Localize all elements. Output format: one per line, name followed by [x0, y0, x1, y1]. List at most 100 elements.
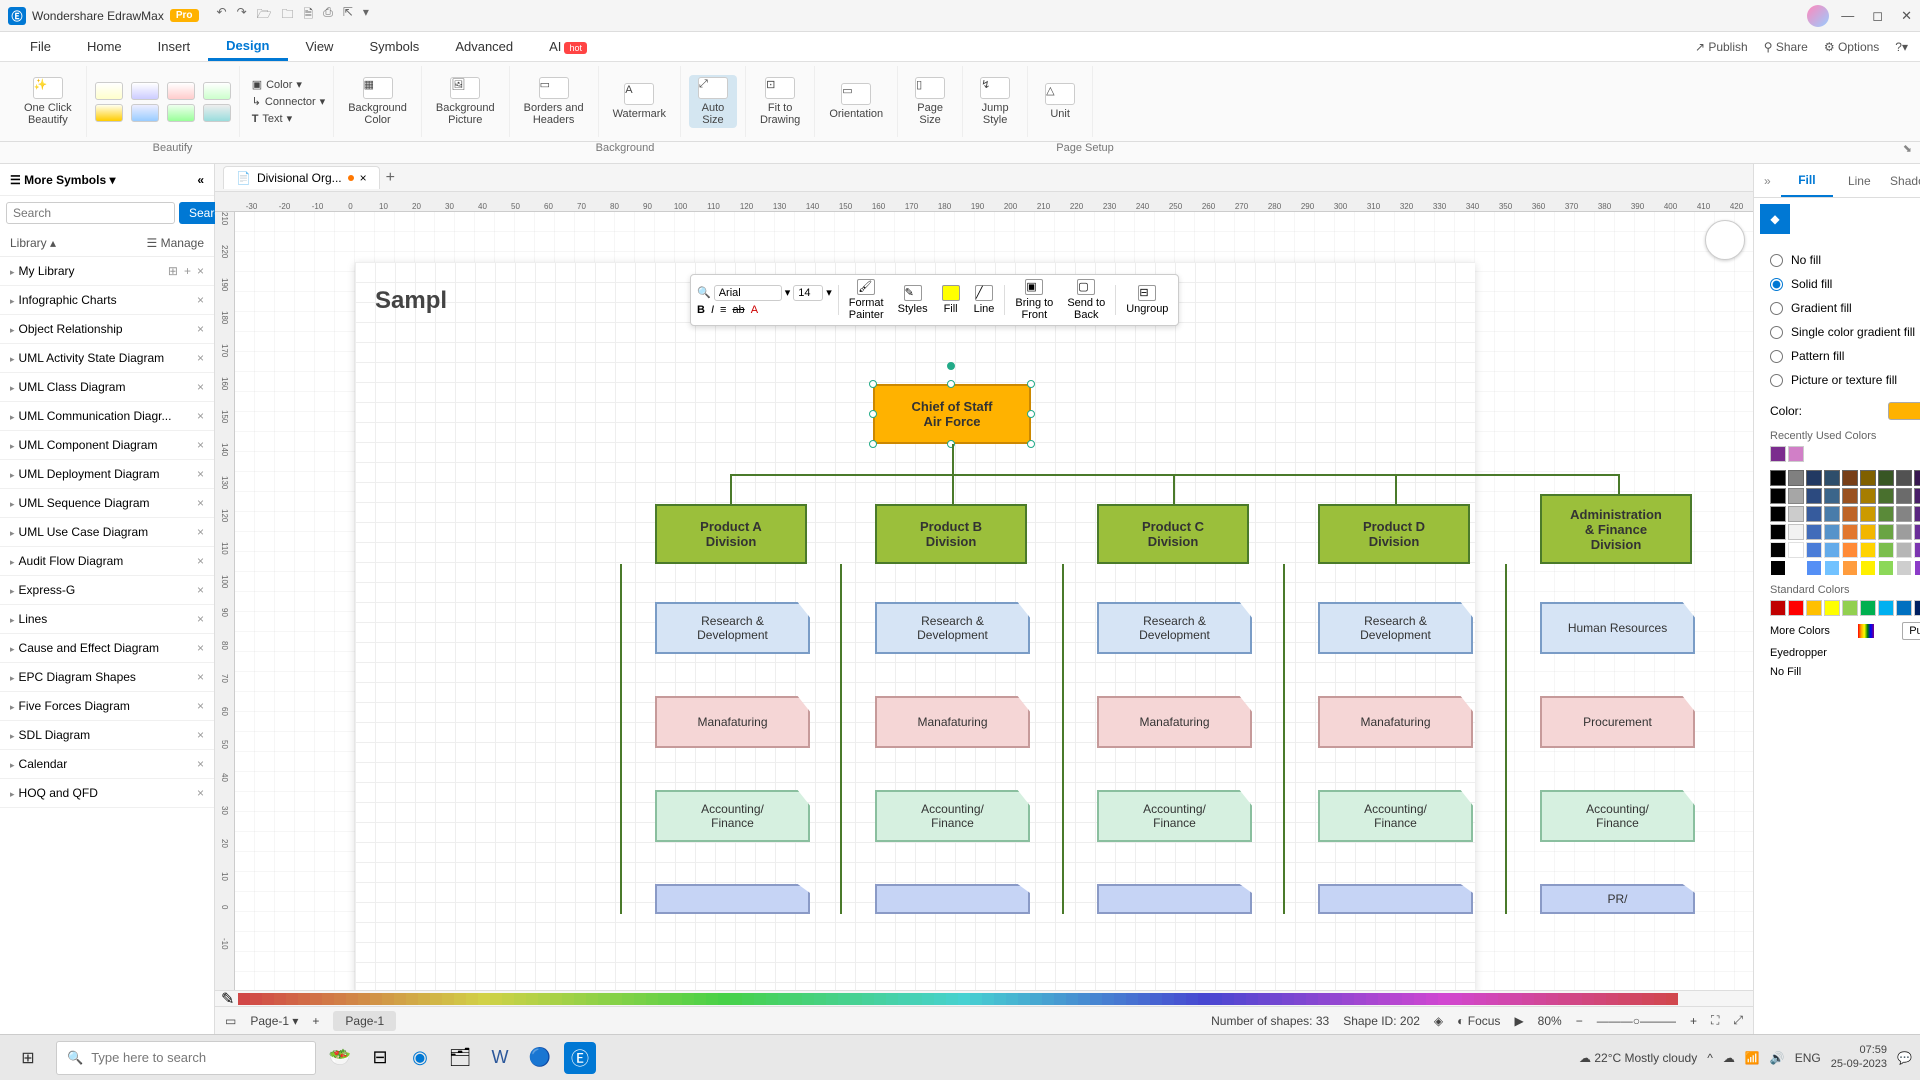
- strip-color[interactable]: [1330, 993, 1342, 1005]
- theme-color[interactable]: [1824, 524, 1840, 540]
- strip-color[interactable]: [694, 993, 706, 1005]
- size-dropdown-icon[interactable]: ▾: [826, 286, 832, 299]
- menu-design[interactable]: Design: [208, 33, 287, 61]
- rainbow-icon[interactable]: [1858, 624, 1874, 638]
- theme-color[interactable]: [1770, 470, 1786, 486]
- strip-color[interactable]: [478, 993, 490, 1005]
- ungroup-button[interactable]: ⊟Ungroup: [1122, 285, 1172, 315]
- theme-swatch-1[interactable]: [95, 82, 123, 100]
- strip-color[interactable]: [1150, 993, 1162, 1005]
- theme-color[interactable]: [1896, 542, 1912, 558]
- category-7[interactable]: ▸UML Sequence Diagram×: [0, 489, 214, 518]
- strip-color[interactable]: [874, 993, 886, 1005]
- explorer-icon[interactable]: 🗂: [444, 1042, 476, 1074]
- theme-swatch-8[interactable]: [203, 104, 231, 122]
- shape-pr-1[interactable]: [655, 884, 810, 914]
- food-icon[interactable]: 🥗: [324, 1042, 356, 1074]
- task-view-icon[interactable]: ⊟: [364, 1042, 396, 1074]
- theme-color[interactable]: [1842, 506, 1858, 522]
- shape-pr-4[interactable]: [1318, 884, 1473, 914]
- strip-color[interactable]: [1198, 993, 1210, 1005]
- strip-color[interactable]: [1450, 993, 1462, 1005]
- category-15[interactable]: ▸SDL Diagram×: [0, 721, 214, 750]
- strip-color[interactable]: [766, 993, 778, 1005]
- strip-color[interactable]: [1234, 993, 1246, 1005]
- strip-color[interactable]: [622, 993, 634, 1005]
- strip-color[interactable]: [298, 993, 310, 1005]
- bold-button[interactable]: B: [697, 304, 705, 316]
- strip-color[interactable]: [1366, 993, 1378, 1005]
- theme-color[interactable]: [1878, 542, 1894, 558]
- strip-color[interactable]: [574, 993, 586, 1005]
- jump-style-button[interactable]: ↯Jump Style: [971, 75, 1019, 128]
- help-icon[interactable]: ?▾: [1895, 40, 1908, 54]
- canvas[interactable]: Sampl 🔍 ▾ ▾ B I: [235, 212, 1753, 990]
- shape-div-admin[interactable]: Administration & Finance Division: [1540, 494, 1692, 564]
- strip-color[interactable]: [790, 993, 802, 1005]
- font-size-input[interactable]: [793, 285, 823, 301]
- theme-color[interactable]: [1914, 524, 1920, 540]
- strip-color[interactable]: [1378, 993, 1390, 1005]
- strip-color[interactable]: [406, 993, 418, 1005]
- shape-rd-2[interactable]: Research & Development: [875, 602, 1030, 654]
- category-5[interactable]: ▸UML Component Diagram×: [0, 431, 214, 460]
- recent-color-2[interactable]: [1788, 446, 1804, 462]
- theme-color[interactable]: [1914, 560, 1920, 576]
- strip-color[interactable]: [322, 993, 334, 1005]
- theme-color[interactable]: [1896, 506, 1912, 522]
- shape-pr-5[interactable]: PR/: [1540, 884, 1695, 914]
- open-icon[interactable]: 🗁: [257, 5, 272, 26]
- strip-color[interactable]: [1282, 993, 1294, 1005]
- theme-color[interactable]: [1770, 524, 1786, 540]
- fit-icon[interactable]: ⛶: [1711, 1013, 1719, 1028]
- theme-swatch-6[interactable]: [131, 104, 159, 122]
- theme-swatch-3[interactable]: [167, 82, 195, 100]
- theme-color[interactable]: [1770, 506, 1786, 522]
- strip-color[interactable]: [490, 993, 502, 1005]
- eyedropper-link[interactable]: Eyedropper: [1770, 647, 1827, 659]
- strip-color[interactable]: [1498, 993, 1510, 1005]
- theme-swatch-4[interactable]: [203, 82, 231, 100]
- publish-link[interactable]: ↗ Publish: [1695, 40, 1748, 54]
- close-icon[interactable]: ✕: [1901, 8, 1912, 24]
- theme-color[interactable]: [1842, 470, 1858, 486]
- bg-picture-button[interactable]: 🖼Background Picture: [430, 75, 501, 128]
- menu-symbols[interactable]: Symbols: [351, 34, 437, 59]
- close-tab-icon[interactable]: ×: [360, 171, 367, 185]
- styles-button[interactable]: ✎Styles: [894, 285, 932, 315]
- strip-color[interactable]: [382, 993, 394, 1005]
- theme-color[interactable]: [1896, 524, 1912, 540]
- theme-color[interactable]: [1860, 524, 1876, 540]
- std-color[interactable]: [1860, 600, 1876, 616]
- strip-color[interactable]: [1222, 993, 1234, 1005]
- watermark-button[interactable]: AWatermark: [607, 81, 672, 122]
- theme-color[interactable]: [1860, 542, 1876, 558]
- strip-color[interactable]: [1030, 993, 1042, 1005]
- strip-color[interactable]: [1570, 993, 1582, 1005]
- theme-color[interactable]: [1806, 524, 1822, 540]
- theme-color[interactable]: [1824, 488, 1840, 504]
- shape-rd-3[interactable]: Research & Development: [1097, 602, 1252, 654]
- fit-drawing-button[interactable]: ⊡Fit to Drawing: [754, 75, 806, 128]
- page-tab[interactable]: Page-1: [333, 1011, 396, 1031]
- strip-color[interactable]: [238, 993, 250, 1005]
- category-16[interactable]: ▸Calendar×: [0, 750, 214, 779]
- category-17[interactable]: ▸HOQ and QFD×: [0, 779, 214, 808]
- orientation-button[interactable]: ▭Orientation: [823, 81, 889, 122]
- strip-color[interactable]: [922, 993, 934, 1005]
- shape-div-d[interactable]: Product D Division: [1318, 504, 1470, 564]
- strip-color[interactable]: [1258, 993, 1270, 1005]
- strip-color[interactable]: [898, 993, 910, 1005]
- strip-color[interactable]: [1558, 993, 1570, 1005]
- tab-fill[interactable]: Fill: [1781, 165, 1833, 197]
- strip-color[interactable]: [658, 993, 670, 1005]
- shape-acc-3[interactable]: Accounting/ Finance: [1097, 790, 1252, 842]
- category-1[interactable]: ▸Object Relationship×: [0, 315, 214, 344]
- theme-color[interactable]: [1878, 488, 1894, 504]
- color-dropdown[interactable]: ▣ Color ▾: [252, 76, 302, 93]
- strip-color[interactable]: [274, 993, 286, 1005]
- theme-color[interactable]: [1788, 488, 1804, 504]
- shape-man-3[interactable]: Manafaturing: [1097, 696, 1252, 748]
- strip-color[interactable]: [526, 993, 538, 1005]
- strip-color[interactable]: [550, 993, 562, 1005]
